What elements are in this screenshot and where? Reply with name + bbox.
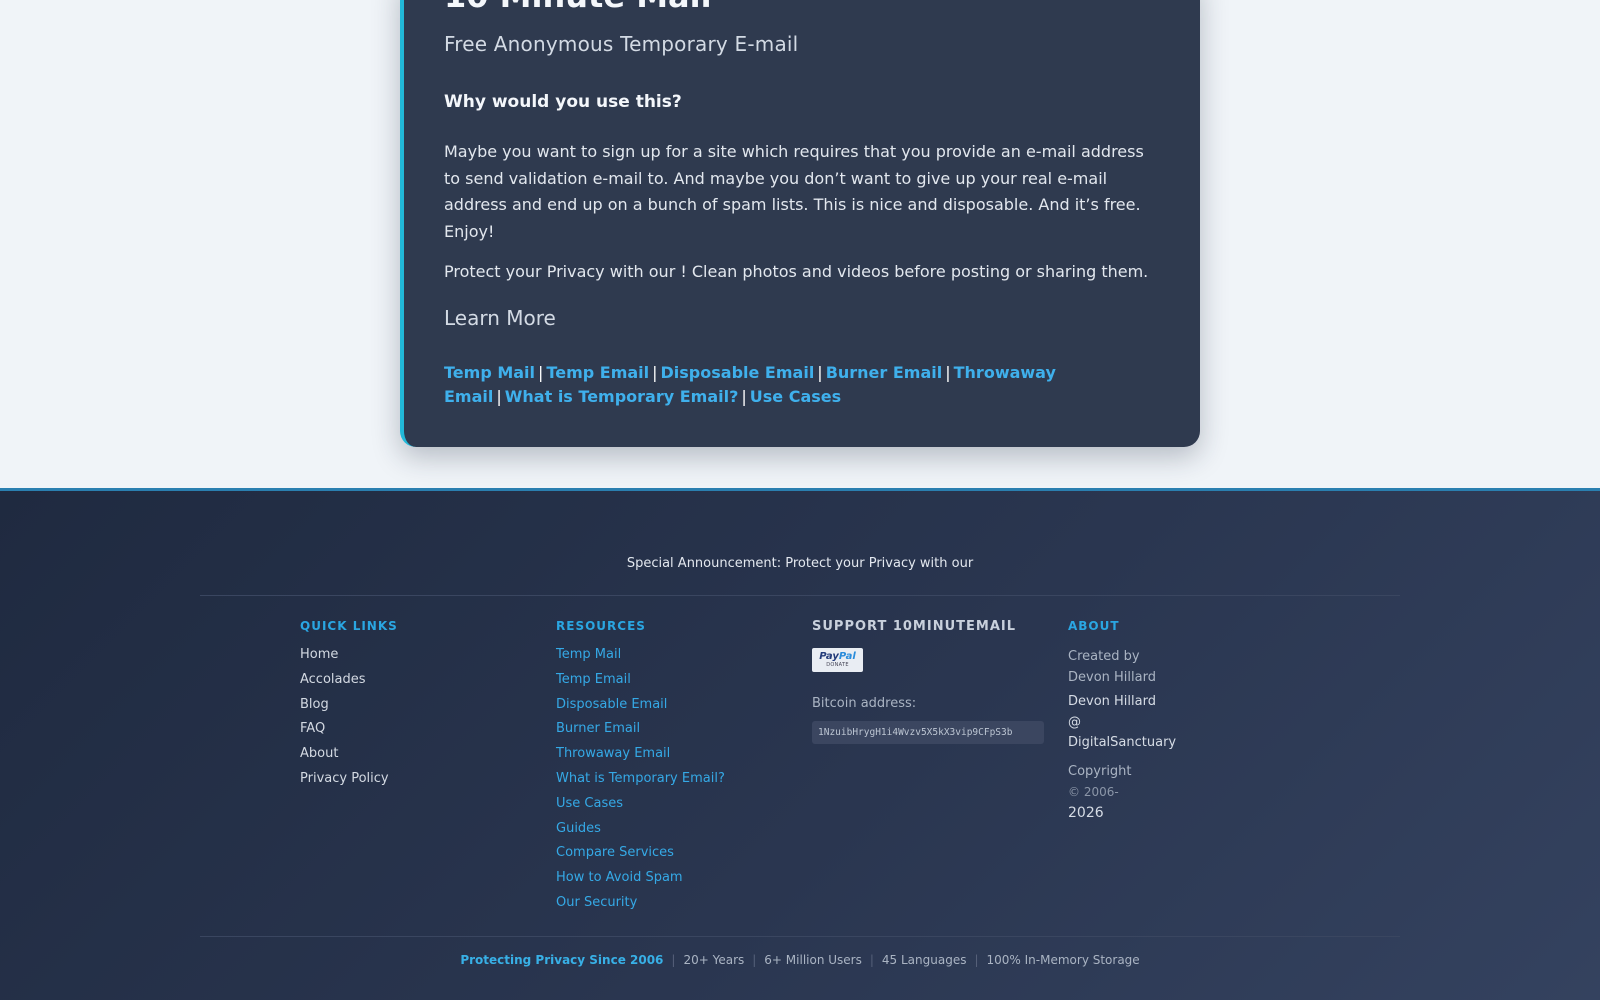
quick-links-heading: Quick Links <box>300 619 398 633</box>
quick-link-home[interactable]: Home <box>300 647 338 662</box>
quick-link-about[interactable]: About <box>300 746 338 761</box>
copyright-label: Copyright <box>1068 763 1132 779</box>
stat-users: 6+ Million Users <box>764 953 862 967</box>
resource-link-avoid-spam[interactable]: How to Avoid Spam <box>556 870 683 885</box>
resource-link-temp-email[interactable]: Temp Email <box>556 672 631 687</box>
quick-links-list: Home Accolades Blog FAQ About Privacy Po… <box>300 647 398 796</box>
paypal-logo-icon: PayPal <box>819 651 856 662</box>
card-link-what-is-temp-email[interactable]: What is Temporary Email? <box>505 387 739 406</box>
privacy-paragraph: Protect your Privacy with our ! Clean ph… <box>444 262 1149 281</box>
resource-link-throwaway-email[interactable]: Throwaway Email <box>556 746 670 761</box>
link-separator: | <box>817 363 823 382</box>
resource-link-compare-services[interactable]: Compare Services <box>556 845 674 860</box>
quick-links-column: Quick Links Home Accolades Blog FAQ Abou… <box>300 619 398 796</box>
card-link-temp-mail[interactable]: Temp Mail <box>444 363 535 382</box>
stat-highlight: Protecting Privacy Since 2006 <box>460 953 664 967</box>
resources-column: Resources Temp Mail Temp Email Disposabl… <box>556 619 725 920</box>
author-link[interactable]: Devon Hillard @ DigitalSanctuary <box>1068 692 1176 754</box>
author-link-at: @ <box>1068 714 1081 730</box>
about-heading: About <box>1068 619 1120 633</box>
resources-list: Temp Mail Temp Email Disposable Email Bu… <box>556 647 725 920</box>
quick-link-privacy-policy[interactable]: Privacy Policy <box>300 771 389 786</box>
stat-separator: | <box>974 953 979 967</box>
stat-separator: | <box>671 953 676 967</box>
page-title: 10 Minute Mail <box>444 0 712 12</box>
stat-languages: 45 Languages <box>881 953 967 967</box>
site-footer: Special Announcement: Protect your Priva… <box>0 488 1600 1000</box>
quick-link-accolades[interactable]: Accolades <box>300 672 366 687</box>
stat-separator: | <box>752 953 757 967</box>
resource-link-what-is-temp-email[interactable]: What is Temporary Email? <box>556 771 725 786</box>
card-link-burner-email[interactable]: Burner Email <box>826 363 943 382</box>
copyright-range: © 2006- <box>1068 785 1119 799</box>
resource-link-our-security[interactable]: Our Security <box>556 895 637 910</box>
link-separator: | <box>496 387 502 406</box>
card-link-use-cases[interactable]: Use Cases <box>750 387 841 406</box>
author-link-name: Devon Hillard <box>1068 694 1156 709</box>
author-name: Devon Hillard <box>1068 669 1156 685</box>
paypal-donate-label: DONATE <box>826 662 849 668</box>
about-column: About Created by Devon Hillard Devon Hil… <box>1068 619 1176 823</box>
author-link-company: DigitalSanctuary <box>1068 735 1177 750</box>
stat-storage: 100% In-Memory Storage <box>986 953 1140 967</box>
link-separator: | <box>538 363 544 382</box>
page-subtitle: Free Anonymous Temporary E-mail <box>444 32 799 56</box>
support-column: Support 10MinuteMail PayPal DONATE Bitco… <box>812 619 1044 744</box>
footer-divider-bottom <box>200 936 1400 937</box>
quick-link-blog[interactable]: Blog <box>300 697 329 712</box>
intro-card: 10 Minute Mail Free Anonymous Temporary … <box>400 0 1200 447</box>
special-announcement: Special Announcement: Protect your Priva… <box>626 556 974 571</box>
footer-divider-top <box>200 595 1400 596</box>
resource-link-burner-email[interactable]: Burner Email <box>556 721 640 736</box>
copyright-year: 2026 <box>1068 804 1104 821</box>
resource-link-guides[interactable]: Guides <box>556 821 601 836</box>
stat-separator: | <box>869 953 874 967</box>
bitcoin-label: Bitcoin address: <box>812 696 917 711</box>
created-by-label: Created by <box>1068 649 1140 664</box>
stats-bar: Protecting Privacy Since 2006 | 20+ Years |… <box>0 953 1600 967</box>
content-area: 10 Minute Mail Free Anonymous Temporary … <box>0 0 1600 488</box>
resource-link-disposable-email[interactable]: Disposable Email <box>556 697 667 712</box>
link-separator: | <box>945 363 951 382</box>
card-link-disposable-email[interactable]: Disposable Email <box>661 363 815 382</box>
bitcoin-address[interactable]: 1NzuibHrygH1i4Wvzv5X5kX3vip9CFpS3b <box>812 721 1044 744</box>
resource-link-temp-mail[interactable]: Temp Mail <box>556 647 621 662</box>
link-separator: | <box>741 387 747 406</box>
card-link-temp-email[interactable]: Temp Email <box>546 363 649 382</box>
quick-link-faq[interactable]: FAQ <box>300 721 325 736</box>
resources-heading: Resources <box>556 619 646 633</box>
support-heading: Support 10MinuteMail <box>812 619 1017 634</box>
resource-link-use-cases[interactable]: Use Cases <box>556 796 623 811</box>
paypal-donate-button[interactable]: PayPal DONATE <box>812 648 863 672</box>
learn-more-link[interactable]: Learn More <box>444 306 556 330</box>
link-separator: | <box>652 363 658 382</box>
stat-years: 20+ Years <box>683 953 745 967</box>
why-paragraph: Maybe you want to sign up for a site whi… <box>444 142 1144 241</box>
card-link-row: Temp Mail | Temp Email | Disposable Email | Bu… <box>444 361 1134 409</box>
why-heading: Why would you use this? <box>444 92 682 112</box>
